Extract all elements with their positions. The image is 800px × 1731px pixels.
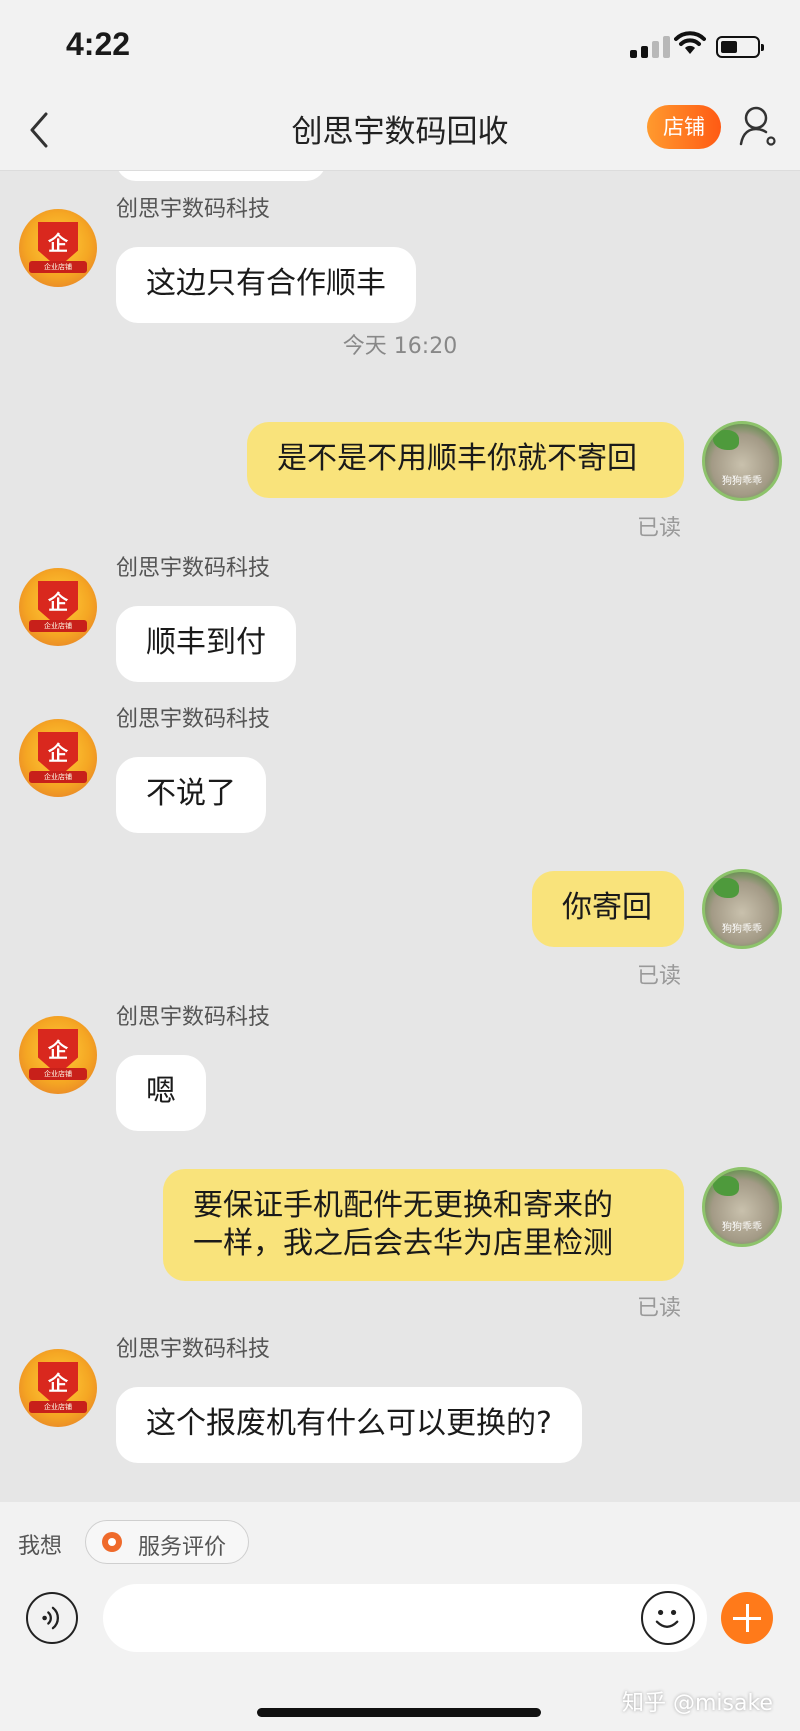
sender-name: 创思宇数码科技: [116, 556, 271, 581]
read-receipt: 已读: [637, 516, 682, 541]
user-avatar[interactable]: 狗狗乖乖: [702, 421, 782, 501]
message-bubble-self[interactable]: 要保证手机配件无更换和寄来的 一样，我之后会去华为店里检测: [163, 1169, 684, 1281]
message-bubble[interactable]: 嗯: [116, 1055, 206, 1131]
add-icon[interactable]: [721, 1592, 773, 1644]
signal-icon: [630, 34, 670, 58]
message-line: 要保证手机配件无更换和寄来的: [193, 1188, 613, 1223]
user-profile-icon[interactable]: [738, 104, 778, 148]
chat-area[interactable]: 企 企业店铺 创思宇数码科技 这边只有合作顺丰 今天 16:20 是不是不用顺丰…: [0, 171, 800, 1501]
leaf-icon: [713, 1176, 739, 1196]
battery-icon: [716, 36, 764, 58]
status-bar: 4:22: [0, 0, 800, 90]
review-icon: [102, 1532, 122, 1552]
message-bubble[interactable]: 不说了: [116, 757, 266, 833]
message-bubble[interactable]: 这边只有合作顺丰: [116, 247, 416, 323]
message-bubble-partial: [116, 171, 326, 181]
read-receipt: 已读: [637, 964, 682, 989]
sender-name: 创思宇数码科技: [116, 1005, 271, 1030]
service-review-chip[interactable]: 服务评价: [85, 1520, 249, 1564]
user-avatar[interactable]: 狗狗乖乖: [702, 1167, 782, 1247]
leaf-icon: [713, 878, 739, 898]
message-bubble-self[interactable]: 你寄回: [532, 871, 684, 947]
message-bubble[interactable]: 顺丰到付: [116, 606, 296, 682]
voice-icon[interactable]: [26, 1592, 78, 1644]
merchant-avatar[interactable]: 企 企业店铺: [19, 719, 97, 797]
merchant-avatar[interactable]: 企 企业店铺: [19, 1349, 97, 1427]
watermark: 知乎 @misake: [622, 1691, 773, 1716]
input-panel: 我想 服务评价 知乎 @misake: [0, 1502, 800, 1731]
message-bubble-self[interactable]: 是不是不用顺丰你就不寄回: [247, 422, 684, 498]
message-line: 一样，我之后会去华为店里检测: [193, 1226, 613, 1261]
merchant-avatar[interactable]: 企 企业店铺: [19, 568, 97, 646]
home-indicator[interactable]: [257, 1708, 541, 1717]
sender-name: 创思宇数码科技: [116, 1337, 271, 1362]
status-time: 4:22: [66, 26, 131, 62]
leaf-icon: [713, 430, 739, 450]
read-receipt: 已读: [637, 1296, 682, 1321]
message-input[interactable]: [103, 1584, 707, 1652]
wifi-icon: [674, 31, 706, 54]
user-avatar[interactable]: 狗狗乖乖: [702, 869, 782, 949]
shop-button[interactable]: 店铺: [647, 105, 721, 149]
quick-reply-label: 我想: [18, 1534, 63, 1559]
message-bubble[interactable]: 这个报废机有什么可以更换的?: [116, 1387, 582, 1463]
service-review-label: 服务评价: [138, 1535, 227, 1560]
sender-name: 创思宇数码科技: [116, 707, 271, 732]
sender-name: 创思宇数码科技: [116, 197, 271, 222]
nav-bar: 创思宇数码回收 店铺: [0, 90, 800, 171]
merchant-avatar[interactable]: 企 企业店铺: [19, 209, 97, 287]
timestamp: 今天 16:20: [342, 334, 458, 359]
emoji-icon[interactable]: [641, 1591, 695, 1645]
merchant-avatar[interactable]: 企 企业店铺: [19, 1016, 97, 1094]
